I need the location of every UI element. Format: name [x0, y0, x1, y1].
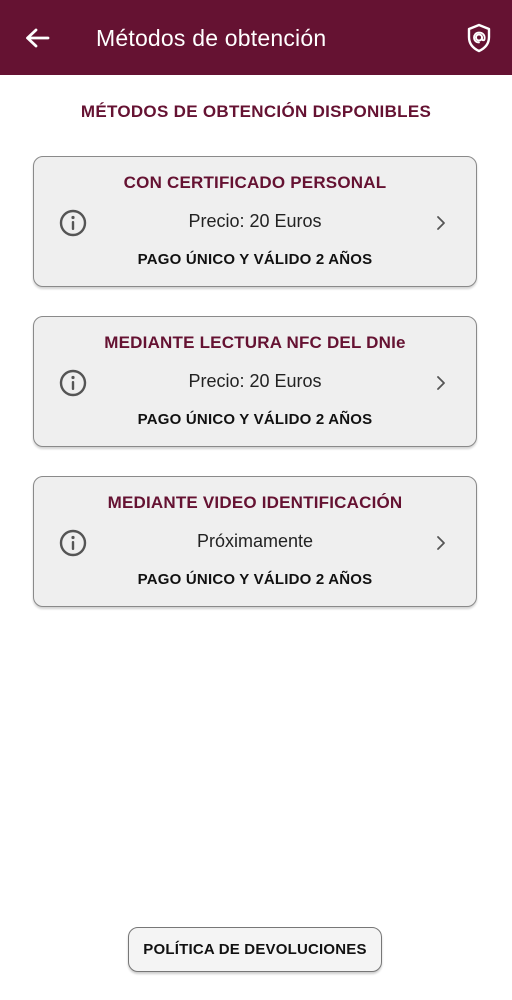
method-price: Próximamente	[196, 531, 314, 551]
security-button[interactable]	[464, 22, 494, 54]
method-title: MEDIANTE LECTURA NFC DEL DNIe	[104, 333, 406, 352]
method-note: PAGO ÚNICO Y VÁLIDO 2 AÑOS	[137, 571, 373, 588]
refund-policy-button[interactable]: POLÍTICA DE DEVOLUCIONES	[128, 927, 382, 972]
method-note: PAGO ÚNICO Y VÁLIDO 2 AÑOS	[137, 411, 373, 428]
arrow-left-icon	[26, 28, 50, 48]
chevron-right-icon	[437, 216, 445, 230]
chevron-right-icon	[437, 536, 445, 550]
shield-at-icon	[467, 23, 491, 53]
method-title: CON CERTIFICADO PERSONAL	[123, 173, 387, 192]
method-title: MEDIANTE VIDEO IDENTIFICACIÓN	[107, 493, 403, 512]
page-title: Métodos de obtención	[96, 25, 327, 51]
back-button[interactable]	[20, 22, 54, 54]
app-bar: Métodos de obtención	[0, 0, 512, 75]
method-card-video[interactable]: MEDIANTE VIDEO IDENTIFICACIÓN Próximamen…	[33, 476, 477, 607]
method-card-nfc[interactable]: MEDIANTE LECTURA NFC DEL DNIe Precio: 20…	[33, 316, 477, 447]
method-price: Precio: 20 Euros	[188, 211, 322, 231]
method-note: PAGO ÚNICO Y VÁLIDO 2 AÑOS	[137, 251, 373, 268]
method-card-certificate[interactable]: CON CERTIFICADO PERSONAL Precio: 20 Euro…	[33, 156, 477, 287]
chevron-right-icon	[437, 376, 445, 390]
method-price: Precio: 20 Euros	[188, 371, 322, 391]
section-title: MÉTODOS DE OBTENCIÓN DISPONIBLES	[80, 102, 432, 121]
